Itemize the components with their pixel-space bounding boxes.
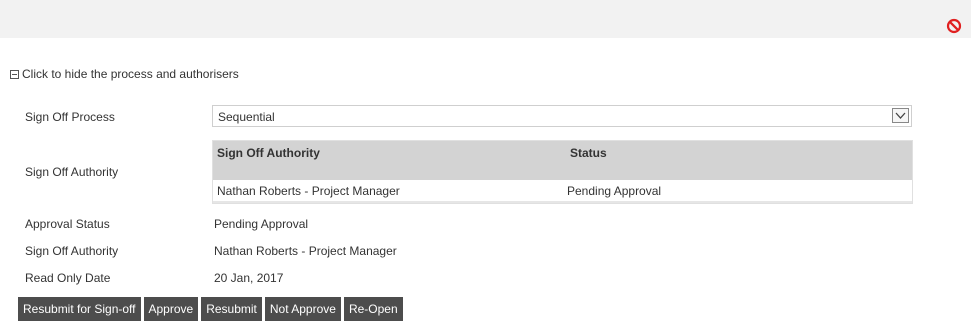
- close-icon[interactable]: [946, 18, 962, 34]
- top-bar: [0, 0, 971, 38]
- cell-authority: Nathan Roberts - Project Manager: [217, 184, 400, 198]
- read-only-date-value: 20 Jan, 2017: [214, 271, 284, 285]
- table-divider: [213, 201, 912, 203]
- column-header-status: Status: [570, 146, 607, 160]
- cell-status: Pending Approval: [567, 184, 662, 198]
- sign-off-process-value: Sequential: [218, 110, 275, 124]
- sign-off-process-label: Sign Off Process: [25, 110, 115, 124]
- sign-off-process-select[interactable]: Sequential: [212, 105, 912, 127]
- column-header-authority: Sign Off Authority: [217, 146, 320, 160]
- read-only-date-label: Read Only Date: [25, 271, 111, 285]
- approval-status-label: Approval Status: [25, 217, 110, 231]
- toggle-process-authorisers[interactable]: Click to hide the process and authoriser…: [10, 66, 239, 82]
- resubmit-for-signoff-button[interactable]: Resubmit for Sign-off: [18, 297, 141, 321]
- not-approve-button[interactable]: Not Approve: [264, 297, 341, 321]
- sign-off-authority-label-2: Sign Off Authority: [25, 244, 119, 258]
- collapse-icon: [10, 69, 19, 79]
- approval-status-value: Pending Approval: [214, 217, 309, 231]
- sign-off-authority-value: Nathan Roberts - Project Manager: [214, 244, 397, 258]
- authority-table: Sign Off Authority Status Nathan Roberts…: [212, 140, 913, 204]
- table-header: Sign Off Authority Status: [213, 141, 912, 180]
- action-buttons: Resubmit for Sign-off Approve Resubmit N…: [18, 297, 403, 321]
- sign-off-authority-label: Sign Off Authority: [25, 165, 119, 179]
- toggle-label: Click to hide the process and authoriser…: [22, 67, 239, 81]
- resubmit-button[interactable]: Resubmit: [201, 297, 262, 321]
- reopen-button[interactable]: Re-Open: [343, 297, 403, 321]
- chevron-down-icon[interactable]: [892, 108, 909, 123]
- approve-button[interactable]: Approve: [143, 297, 199, 321]
